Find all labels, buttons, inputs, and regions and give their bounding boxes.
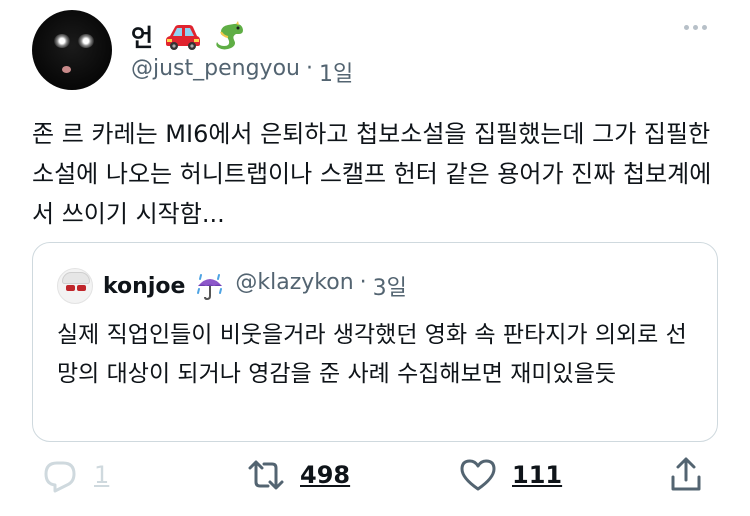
like-count[interactable]: 111 — [512, 461, 562, 489]
meta-separator: · — [305, 56, 313, 81]
quoted-author-avatar — [57, 268, 93, 304]
tweet-timestamp[interactable]: 1일 — [319, 56, 353, 88]
quoted-author-handle: @klazykon — [235, 270, 354, 295]
avatar-hair — [62, 272, 90, 284]
more-options-icon[interactable] — [684, 25, 707, 30]
retweet-count[interactable]: 498 — [300, 461, 350, 489]
quoted-tweet-card[interactable]: konjoe @klazykon · 3일 실제 직업인들이 비웃을거라 생각했… — [32, 242, 718, 442]
author-avatar[interactable] — [32, 10, 112, 90]
share-icon — [671, 457, 701, 491]
avatar-mouth — [62, 66, 71, 73]
quoted-tweet-text: 실제 직업인들이 비웃을거라 생각했던 영화 속 판타지가 의외로 선망의 대상… — [57, 322, 687, 387]
avatar-glasses-left — [66, 285, 75, 291]
avatar-eye-left — [54, 34, 70, 48]
quoted-meta-row: @klazykon · 3일 — [235, 270, 407, 302]
car-emoji-icon — [165, 24, 200, 50]
meta-separator: · — [359, 270, 367, 295]
author-handle[interactable]: @just_pengyou — [131, 56, 300, 88]
retweet-button[interactable]: 498 — [246, 455, 350, 495]
reply-button[interactable]: 1 — [40, 455, 109, 495]
heart-icon — [460, 459, 496, 491]
reply-icon — [44, 461, 76, 493]
author-name-row: 언 — [131, 18, 246, 53]
retweet-icon — [248, 460, 284, 490]
more-dot — [693, 25, 698, 30]
author-meta-row: @just_pengyou · 1일 — [131, 56, 353, 88]
quoted-timestamp: 3일 — [372, 276, 407, 301]
quoted-tweet-header: konjoe @klazykon · 3일 — [57, 268, 407, 304]
more-dot — [684, 25, 689, 30]
umbrella-rain-emoji-icon — [197, 274, 223, 300]
tweet-action-bar: 1 498 111 — [0, 455, 750, 505]
tweet-text: 존 르 카레는 MI6에서 은퇴하고 첩보소설을 집필했는데 그가 집필한 소설… — [32, 120, 712, 228]
quoted-author-name: konjoe — [103, 273, 186, 299]
avatar-eye-right — [78, 34, 94, 48]
share-button[interactable] — [666, 455, 706, 495]
like-button[interactable]: 111 — [458, 455, 562, 495]
reply-count: 1 — [94, 461, 110, 489]
dragon-emoji-icon — [215, 20, 243, 49]
avatar-glasses-right — [77, 285, 86, 291]
author-display-name[interactable]: 언 — [131, 18, 154, 53]
more-dot — [702, 25, 707, 30]
